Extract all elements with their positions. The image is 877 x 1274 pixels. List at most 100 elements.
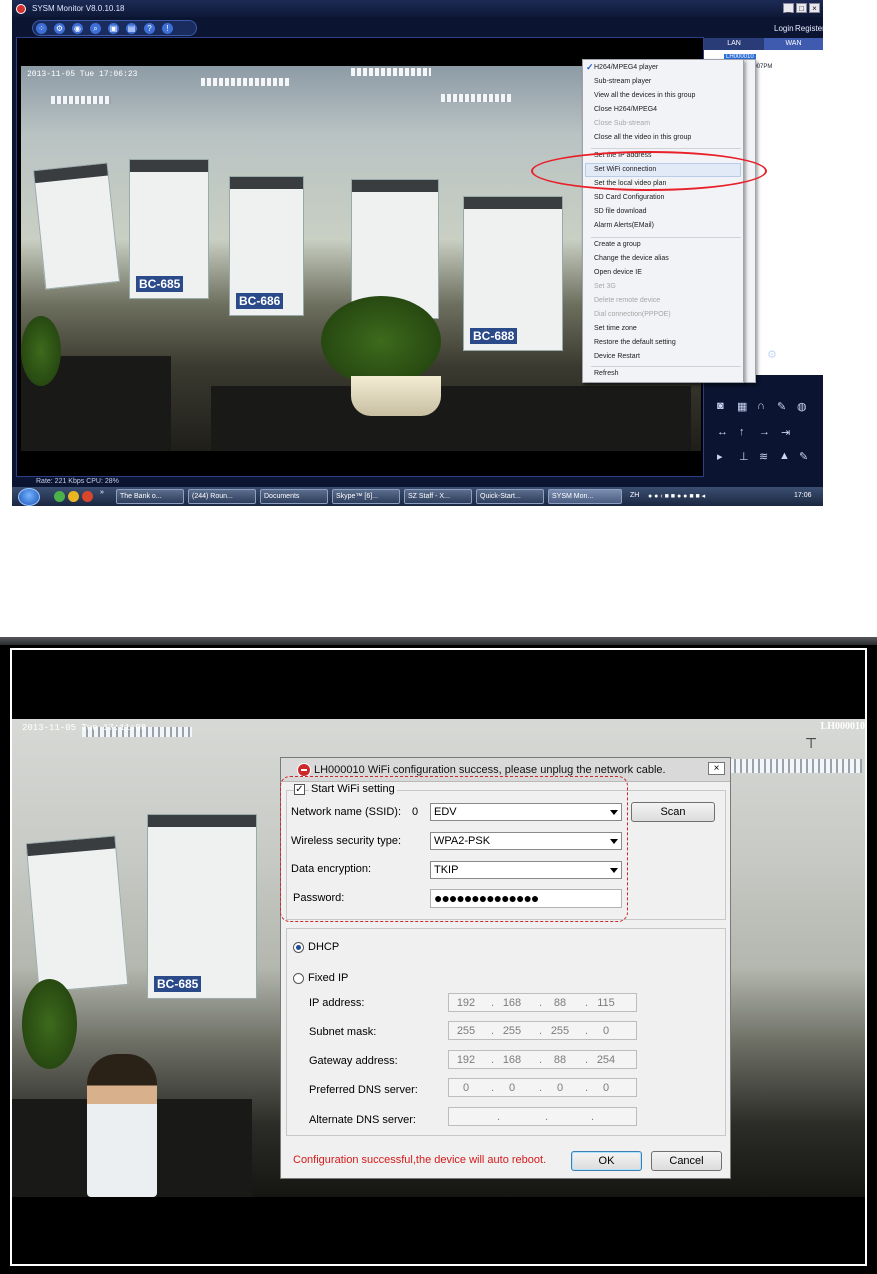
save-icon[interactable]: ▤ bbox=[126, 23, 137, 34]
app-logo-icon bbox=[16, 4, 26, 14]
tool-icon[interactable]: ✎ bbox=[777, 400, 786, 413]
poster bbox=[25, 835, 129, 993]
settings-icon[interactable]: ⚙ bbox=[54, 23, 65, 34]
gateway-label: Gateway address: bbox=[309, 1055, 398, 1067]
menu-item-delete-remote: Delete remote device bbox=[594, 297, 661, 304]
ip-address-label: IP address: bbox=[309, 997, 365, 1009]
subnet-mask-label: Subnet mask: bbox=[309, 1026, 377, 1038]
quicklaunch-icon[interactable] bbox=[68, 491, 79, 502]
ceiling-fixture-icon: ⊤ bbox=[805, 735, 818, 751]
menu-item-open-device-ie[interactable]: Open device IE bbox=[594, 269, 642, 276]
fixed-ip-radio[interactable] bbox=[293, 973, 304, 984]
menu-separator bbox=[591, 366, 741, 367]
menu-item-close-sub-stream: Close Sub-stream bbox=[594, 120, 651, 127]
fixed-ip-label: Fixed IP bbox=[308, 972, 349, 984]
start-button[interactable] bbox=[18, 488, 40, 506]
taskbar-button[interactable]: Documents bbox=[260, 489, 328, 504]
alternate-dns-label: Alternate DNS server: bbox=[309, 1114, 416, 1126]
taskbar-button[interactable]: (244) Roun... bbox=[188, 489, 256, 504]
menu-item-device-restart[interactable]: Device Restart bbox=[594, 353, 640, 360]
tower-icon[interactable]: ⊥ bbox=[739, 450, 749, 463]
highlight-ellipse bbox=[531, 151, 767, 191]
dhcp-radio[interactable] bbox=[293, 942, 304, 953]
menu-item-sub-stream-player[interactable]: Sub-stream player bbox=[594, 78, 651, 85]
snapshot-icon[interactable]: ◙ bbox=[717, 400, 724, 412]
grid-icon[interactable]: ⁘ bbox=[36, 23, 47, 34]
register-link[interactable]: Register bbox=[795, 24, 823, 33]
menu-item-h264-player[interactable]: H264/MPEG4 player bbox=[594, 64, 658, 71]
quicklaunch-icon[interactable] bbox=[82, 491, 93, 502]
alert-icon[interactable]: ▲ bbox=[779, 450, 790, 462]
help-icon[interactable]: ? bbox=[144, 23, 155, 34]
wrench-icon[interactable]: ✎ bbox=[799, 450, 808, 463]
tray-icons[interactable]: ● ● ‹ ■ ■ ● ● ■ ■ ◂ bbox=[648, 492, 705, 500]
dialog-title: LH000010 WiFi configuration success, ple… bbox=[314, 764, 666, 776]
menu-item-change-alias[interactable]: Change the device alias bbox=[594, 255, 669, 262]
search-icon[interactable]: ⌕ bbox=[90, 23, 101, 34]
poster: BC-685 bbox=[129, 159, 209, 299]
preferred-dns-field: 0. 0. 0. 0 bbox=[448, 1078, 637, 1097]
quicklaunch-icon[interactable] bbox=[54, 491, 65, 502]
title-bar: SYSM Monitor V8.0.10.18 _ □ × bbox=[12, 0, 823, 17]
taskbar-button[interactable]: SZ Staff - X... bbox=[404, 489, 472, 504]
menu-item-sd-config[interactable]: SD Card Configuration bbox=[594, 194, 664, 201]
preferred-dns-label: Preferred DNS server: bbox=[309, 1084, 418, 1096]
poster: BC-686 bbox=[229, 176, 304, 316]
status-message: Configuration successful,the device will… bbox=[293, 1154, 547, 1166]
context-menu: ✓ H264/MPEG4 player Sub-stream player Vi… bbox=[582, 59, 744, 383]
camera-icon[interactable]: ◉ bbox=[72, 23, 83, 34]
ok-button[interactable]: OK bbox=[571, 1151, 642, 1171]
window-edge bbox=[0, 637, 877, 645]
flag-icon[interactable]: ▸ bbox=[717, 450, 723, 463]
dhcp-label: DHCP bbox=[308, 941, 340, 953]
taskbar-button[interactable]: Skype™ [6]... bbox=[332, 489, 400, 504]
taskbar-button[interactable]: SYSM Mon... bbox=[548, 489, 622, 504]
alternate-dns-field: ... bbox=[448, 1107, 637, 1126]
language-indicator[interactable]: ZH bbox=[630, 492, 639, 499]
maximize-button[interactable]: □ bbox=[796, 3, 807, 13]
menu-item-refresh[interactable]: Refresh bbox=[594, 370, 619, 377]
overflow-chevron-icon[interactable]: » bbox=[100, 489, 104, 496]
clock[interactable]: 17:06 bbox=[794, 492, 812, 499]
info-icon[interactable]: ! bbox=[162, 23, 173, 34]
menu-item-set-3g: Set 3G bbox=[594, 283, 616, 290]
menu-item-view-all-devices[interactable]: View all the devices in this group bbox=[594, 92, 695, 99]
tab-wan[interactable]: WAN bbox=[764, 38, 823, 50]
login-link[interactable]: Login bbox=[774, 24, 794, 33]
menu-item-alarm-alerts[interactable]: Alarm Alerts(EMail) bbox=[594, 222, 654, 229]
enter-icon[interactable]: ⇥ bbox=[781, 426, 790, 439]
cancel-button[interactable]: Cancel bbox=[651, 1151, 722, 1171]
gear-icon[interactable]: ⚙ bbox=[767, 348, 777, 361]
menu-item-dial-pppoe: Dial connection(PPPOE) bbox=[594, 311, 671, 318]
menu-item-restore-default[interactable]: Restore the default setting bbox=[594, 339, 676, 346]
record-icon[interactable]: ▦ bbox=[737, 400, 747, 413]
highlight-dashed-outline bbox=[280, 776, 628, 922]
audio-icon[interactable]: ∩ bbox=[757, 400, 765, 412]
up-icon[interactable]: ↑ bbox=[739, 426, 745, 438]
gateway-field: 192. 168. 88. 254 bbox=[448, 1050, 637, 1069]
taskbar-button[interactable]: The Bank o... bbox=[116, 489, 184, 504]
close-button[interactable]: × bbox=[809, 3, 820, 13]
minimize-button[interactable]: _ bbox=[783, 3, 794, 13]
menu-item-sd-download[interactable]: SD file download bbox=[594, 208, 647, 215]
swap-icon[interactable]: ↔ bbox=[717, 426, 728, 438]
toolbar: ⁘ ⚙ ◉ ⌕ ▣ ▤ ? ! bbox=[32, 20, 197, 36]
menu-item-close-all-video[interactable]: Close all the video in this group bbox=[594, 134, 691, 141]
windows-taskbar: » The Bank o... (244) Roun... Documents … bbox=[12, 487, 823, 506]
forward-icon[interactable]: → bbox=[759, 426, 770, 438]
wifi-icon[interactable]: ≋ bbox=[759, 450, 768, 463]
video-timestamp: 2013-11-05 Tue 17:11:08 bbox=[22, 723, 147, 733]
menu-item-set-time-zone[interactable]: Set time zone bbox=[594, 325, 637, 332]
scan-button[interactable]: Scan bbox=[631, 802, 715, 822]
check-icon: ✓ bbox=[586, 62, 594, 72]
close-button[interactable]: × bbox=[708, 762, 725, 775]
taskbar-button[interactable]: Quick-Start... bbox=[476, 489, 544, 504]
tab-lan[interactable]: LAN bbox=[704, 38, 764, 50]
poster: BC-688 bbox=[463, 196, 563, 351]
window-title: SYSM Monitor V8.0.10.18 bbox=[32, 4, 125, 13]
menu-item-close-h264[interactable]: Close H264/MPEG4 bbox=[594, 106, 657, 113]
ip-address-field: 192. 168. 88. 115 bbox=[448, 993, 637, 1012]
lock-icon[interactable]: ▣ bbox=[108, 23, 119, 34]
power-icon[interactable]: ◍ bbox=[797, 400, 807, 413]
menu-item-create-group[interactable]: Create a group bbox=[594, 241, 641, 248]
